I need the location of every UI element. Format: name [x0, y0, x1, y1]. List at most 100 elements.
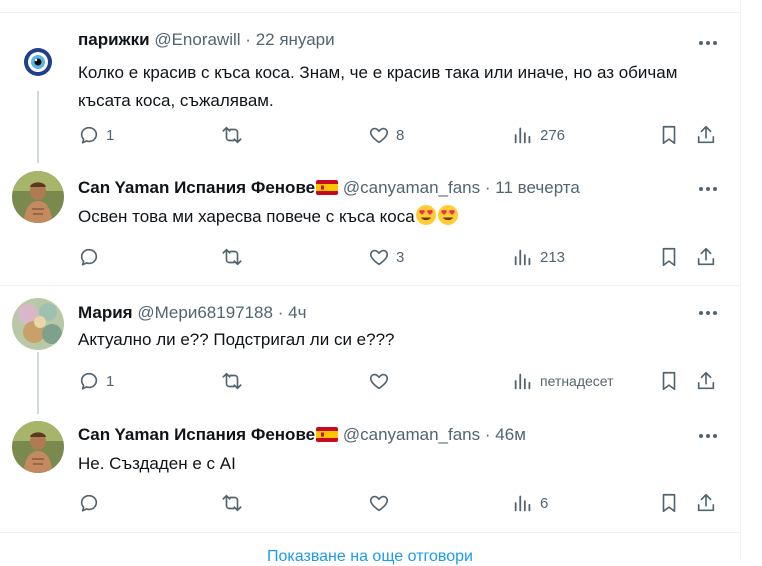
bookmark-icon: [662, 247, 676, 267]
bookmark-icon: [662, 125, 676, 145]
bookmark-icon: [662, 493, 676, 513]
bookmark-button[interactable]: [658, 491, 680, 515]
display-name[interactable]: парижки: [78, 30, 150, 49]
view-count: 6: [540, 494, 549, 512]
username[interactable]: @canyaman_fans: [343, 425, 480, 444]
heart-eyes-emoji-icon: [415, 205, 436, 225]
tweet-text: Освен това ми харесва повече с къса коса: [78, 203, 718, 231]
retweet-button[interactable]: [221, 369, 249, 393]
share-icon: [697, 493, 715, 512]
share-icon: [697, 125, 715, 144]
timestamp[interactable]: 22 януари: [256, 30, 335, 49]
like-count: 8: [396, 126, 405, 144]
display-name[interactable]: Мария: [78, 303, 133, 322]
tweet-text: Колко е красив с къса коса. Знам, че е к…: [78, 63, 678, 110]
display-name[interactable]: Can Yaman Испания Фенове: [78, 425, 339, 444]
share-icon: [697, 371, 715, 390]
timestamp[interactable]: 46м: [495, 425, 526, 444]
action-bar: 1 8 276: [78, 123, 728, 147]
bookmark-icon: [662, 371, 676, 391]
more-options-icon[interactable]: [696, 303, 720, 323]
heart-icon: [369, 127, 389, 144]
username[interactable]: @Мери68197188: [137, 303, 273, 322]
view-count: петнадесет: [540, 373, 614, 389]
share-button[interactable]: [695, 369, 717, 393]
bookmark-button[interactable]: [658, 369, 680, 393]
tweet-text-content: Освен това ми харесва повече с къса коса: [78, 207, 415, 226]
heart-eyes-emoji-icon: [437, 205, 458, 225]
like-button[interactable]: [368, 369, 396, 393]
action-bar: 3 213: [78, 245, 728, 269]
spain-flag-icon: [316, 180, 339, 195]
separator: ·: [484, 425, 491, 444]
share-button[interactable]: [695, 491, 717, 515]
thread-line: [37, 352, 39, 414]
view-count: 213: [540, 248, 566, 266]
reply-count: 1: [106, 126, 115, 144]
display-name-text: Can Yaman Испания Фенове: [78, 425, 316, 444]
retweet-icon: [222, 372, 242, 390]
avatar[interactable]: [12, 171, 64, 223]
reply-count: 1: [106, 372, 115, 390]
tweet-1[interactable]: парижки @Enorawill · 22 януари Колко е к…: [0, 13, 740, 163]
display-name-text: Can Yaman Испания Фенове: [78, 178, 316, 197]
tweet-text: Актуално ли е?? Подстригал ли си е???: [78, 330, 395, 349]
reply-button[interactable]: [78, 245, 106, 269]
more-options-icon[interactable]: [696, 179, 720, 199]
reply-button[interactable]: [78, 491, 106, 515]
retweet-button[interactable]: [221, 491, 249, 515]
retweet-icon: [222, 126, 242, 144]
avatar[interactable]: [12, 421, 64, 473]
thread-line: [37, 91, 39, 163]
analytics-icon: [514, 127, 531, 144]
spain-flag-icon: [316, 427, 339, 442]
views-button[interactable]: петнадесет: [512, 369, 614, 393]
like-count: 3: [396, 248, 405, 266]
timestamp[interactable]: 11 вечерта: [495, 178, 580, 197]
bookmark-button[interactable]: [658, 123, 680, 147]
like-button[interactable]: [368, 491, 396, 515]
views-button[interactable]: 6: [512, 491, 548, 515]
tweet-header: Can Yaman Испания Фенове @canyaman_fans …: [78, 424, 526, 446]
more-options-icon[interactable]: [696, 33, 720, 53]
heart-icon: [369, 373, 389, 390]
retweet-button[interactable]: [221, 123, 249, 147]
tweet-header: парижки @Enorawill · 22 януари: [78, 29, 335, 51]
views-button[interactable]: 276: [512, 123, 565, 147]
share-button[interactable]: [695, 123, 717, 147]
separator: ·: [277, 303, 284, 322]
more-options-icon[interactable]: [696, 426, 720, 446]
retweet-icon: [222, 494, 242, 512]
reply-icon: [80, 248, 98, 266]
reply-button[interactable]: 1: [78, 123, 114, 147]
username[interactable]: @Enorawill: [154, 30, 240, 49]
tweet-3[interactable]: Мария @Мери68197188 · 4ч Актуално ли е??…: [0, 286, 740, 414]
avatar[interactable]: [12, 35, 64, 87]
retweet-button[interactable]: [221, 245, 249, 269]
share-button[interactable]: [695, 245, 717, 269]
tweet-header: Мария @Мери68197188 · 4ч: [78, 302, 306, 324]
like-button[interactable]: 3: [368, 245, 404, 269]
show-more-replies-link[interactable]: Показване на още отговори: [0, 548, 740, 566]
reply-icon: [80, 372, 98, 390]
separator: ·: [245, 30, 251, 49]
avatar[interactable]: [12, 298, 64, 350]
heart-icon: [369, 495, 389, 512]
tweet-2[interactable]: Can Yaman Испания Фенове @canyaman_fans …: [0, 161, 740, 285]
views-button[interactable]: 213: [512, 245, 565, 269]
timeline-right-border: [740, 0, 741, 560]
reply-button[interactable]: 1: [78, 369, 114, 393]
conversation-divider: [0, 532, 740, 533]
action-bar: 1 петнадесет: [78, 369, 728, 393]
analytics-icon: [514, 495, 531, 512]
display-name[interactable]: Can Yaman Испания Фенове: [78, 178, 339, 197]
like-button[interactable]: 8: [368, 123, 404, 147]
tweet-4[interactable]: Can Yaman Испания Фенове @canyaman_fans …: [0, 410, 740, 532]
tweet-header: Can Yaman Испания Фенове @canyaman_fans …: [78, 177, 580, 199]
reply-icon: [80, 126, 98, 144]
bookmark-button[interactable]: [658, 245, 680, 269]
tweet-text: Не. Създаден е с AI: [78, 454, 236, 473]
username[interactable]: @canyaman_fans: [343, 178, 480, 197]
share-icon: [697, 247, 715, 266]
timestamp[interactable]: 4ч: [288, 303, 306, 322]
